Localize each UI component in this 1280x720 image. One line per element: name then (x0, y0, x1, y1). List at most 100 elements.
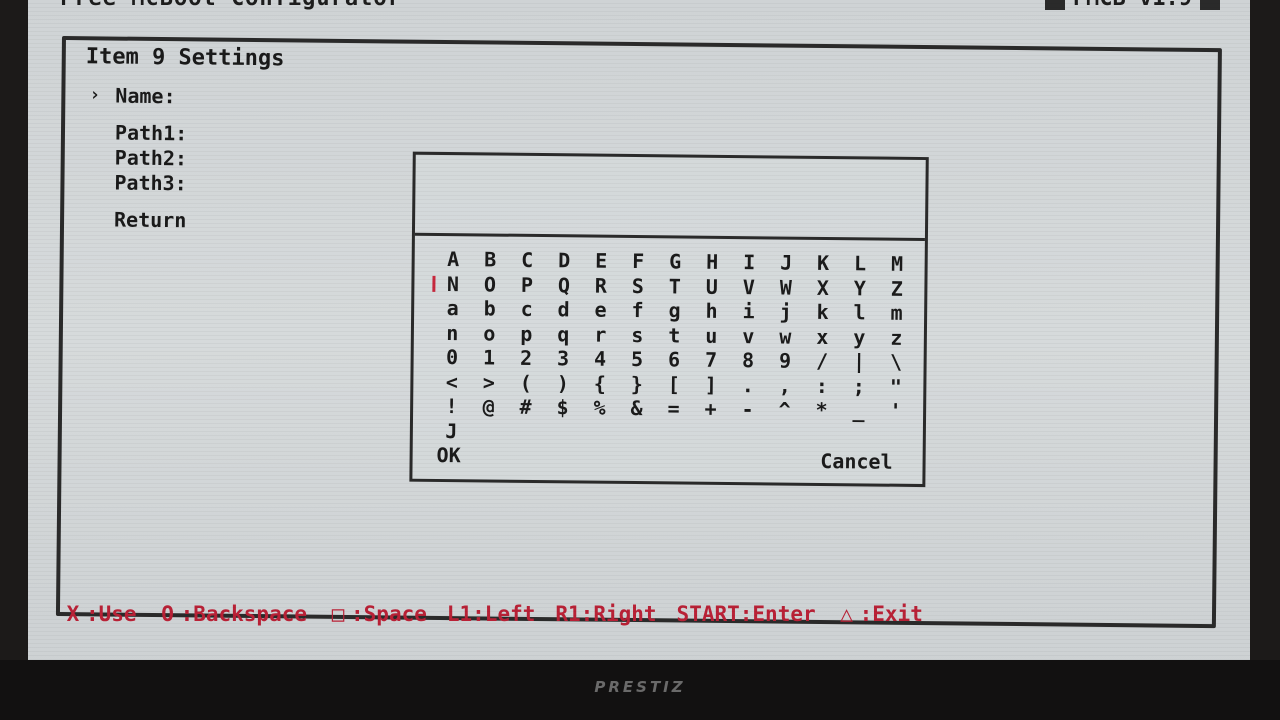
key[interactable]: d (545, 297, 582, 322)
key[interactable]: , (766, 373, 803, 398)
key[interactable]: + (692, 397, 729, 422)
menu-item-name[interactable]: › Name: (89, 82, 188, 108)
menu-item-path1[interactable]: Path1: (89, 119, 188, 145)
key[interactable]: C (509, 248, 546, 273)
key[interactable]: I (731, 250, 768, 275)
key[interactable]: r (582, 322, 619, 347)
key[interactable]: T (656, 274, 693, 299)
key[interactable]: Y (841, 276, 878, 301)
key[interactable]: K (805, 251, 842, 276)
key[interactable]: v (730, 324, 767, 349)
key[interactable]: [ (655, 372, 692, 397)
key[interactable]: @ (470, 394, 507, 419)
key[interactable]: j (767, 299, 804, 324)
key[interactable]: 1 (471, 345, 508, 370)
key[interactable]: G (657, 249, 694, 274)
key[interactable]: e (582, 297, 619, 322)
ok-button[interactable]: OK (437, 443, 461, 467)
key[interactable]: O (471, 272, 508, 297)
key[interactable]: 8 (730, 348, 767, 373)
key[interactable]: $ (544, 395, 581, 420)
key[interactable]: ( (507, 370, 544, 395)
key[interactable]: 4 (582, 346, 619, 371)
key[interactable]: n (434, 320, 471, 345)
key[interactable]: : (803, 373, 840, 398)
key[interactable]: " (877, 374, 914, 399)
menu-item-return[interactable]: Return (88, 206, 187, 232)
key[interactable]: B (472, 247, 509, 272)
key[interactable]: ] (692, 372, 729, 397)
key[interactable]: ! (433, 394, 470, 419)
key[interactable]: u (693, 323, 730, 348)
key[interactable]: V (730, 275, 767, 300)
key[interactable]: > (470, 370, 507, 395)
key[interactable]: 2 (508, 346, 545, 371)
text-input-display[interactable] (414, 154, 926, 242)
key[interactable]: % (581, 395, 618, 420)
key[interactable]: m (878, 301, 915, 326)
key[interactable]: 3 (545, 346, 582, 371)
key[interactable]: p (508, 321, 545, 346)
key[interactable]: \ (878, 350, 915, 375)
key[interactable]: ' (877, 399, 914, 424)
key[interactable]: A (435, 247, 472, 272)
key[interactable]: o (471, 321, 508, 346)
key[interactable]: z (878, 325, 915, 350)
key[interactable]: q (545, 322, 582, 347)
key[interactable]: 6 (656, 347, 693, 372)
key[interactable]: g (656, 298, 693, 323)
key[interactable]: ^ (766, 397, 803, 422)
key[interactable]: b (471, 296, 508, 321)
key[interactable]: Z (878, 276, 915, 301)
key[interactable]: P (508, 272, 545, 297)
key[interactable]: M (879, 252, 916, 277)
key[interactable]: J (433, 418, 470, 443)
key[interactable]: h (693, 299, 730, 324)
key[interactable]: 9 (767, 348, 804, 373)
key[interactable]: f (619, 298, 656, 323)
key[interactable]: _ (840, 398, 877, 423)
key[interactable]: J (768, 250, 805, 275)
key[interactable]: y (841, 325, 878, 350)
key[interactable]: W (767, 275, 804, 300)
key[interactable]: D (546, 248, 583, 273)
key[interactable]: { (581, 371, 618, 396)
key[interactable]: X (804, 275, 841, 300)
key[interactable]: # (507, 395, 544, 420)
key[interactable]: k (804, 300, 841, 325)
key[interactable]: t (656, 323, 693, 348)
key[interactable]: ; (840, 374, 877, 399)
key[interactable]: = (655, 396, 692, 421)
key[interactable]: R (582, 273, 619, 298)
menu-item-path3[interactable]: Path3: (88, 169, 187, 195)
key[interactable]: c (508, 297, 545, 322)
key[interactable]: a (434, 296, 471, 321)
key[interactable]: H (694, 250, 731, 275)
key[interactable]: L (842, 251, 879, 276)
key[interactable]: . (729, 373, 766, 398)
key[interactable]: U (693, 274, 730, 299)
key[interactable]: & (618, 396, 655, 421)
key[interactable]: E (583, 248, 620, 273)
key[interactable]: w (767, 324, 804, 349)
key[interactable]: x (804, 324, 841, 349)
key[interactable]: ) (544, 371, 581, 396)
key[interactable]: i (730, 299, 767, 324)
key[interactable]: - (729, 397, 766, 422)
key[interactable]: / (804, 349, 841, 374)
cancel-button[interactable]: Cancel (820, 449, 892, 474)
key[interactable]: l (841, 300, 878, 325)
key[interactable]: s (619, 322, 656, 347)
key[interactable]: | (841, 349, 878, 374)
key[interactable]: < (433, 369, 470, 394)
menu-item-path2[interactable]: Path2: (89, 144, 188, 170)
key[interactable]: N (434, 271, 471, 296)
key[interactable]: Q (545, 273, 582, 298)
key[interactable]: F (620, 249, 657, 274)
key[interactable]: } (618, 371, 655, 396)
key[interactable]: 5 (619, 347, 656, 372)
key[interactable]: * (803, 398, 840, 423)
key[interactable]: 7 (693, 348, 730, 373)
key[interactable]: 0 (434, 345, 471, 370)
key[interactable]: S (619, 273, 656, 298)
